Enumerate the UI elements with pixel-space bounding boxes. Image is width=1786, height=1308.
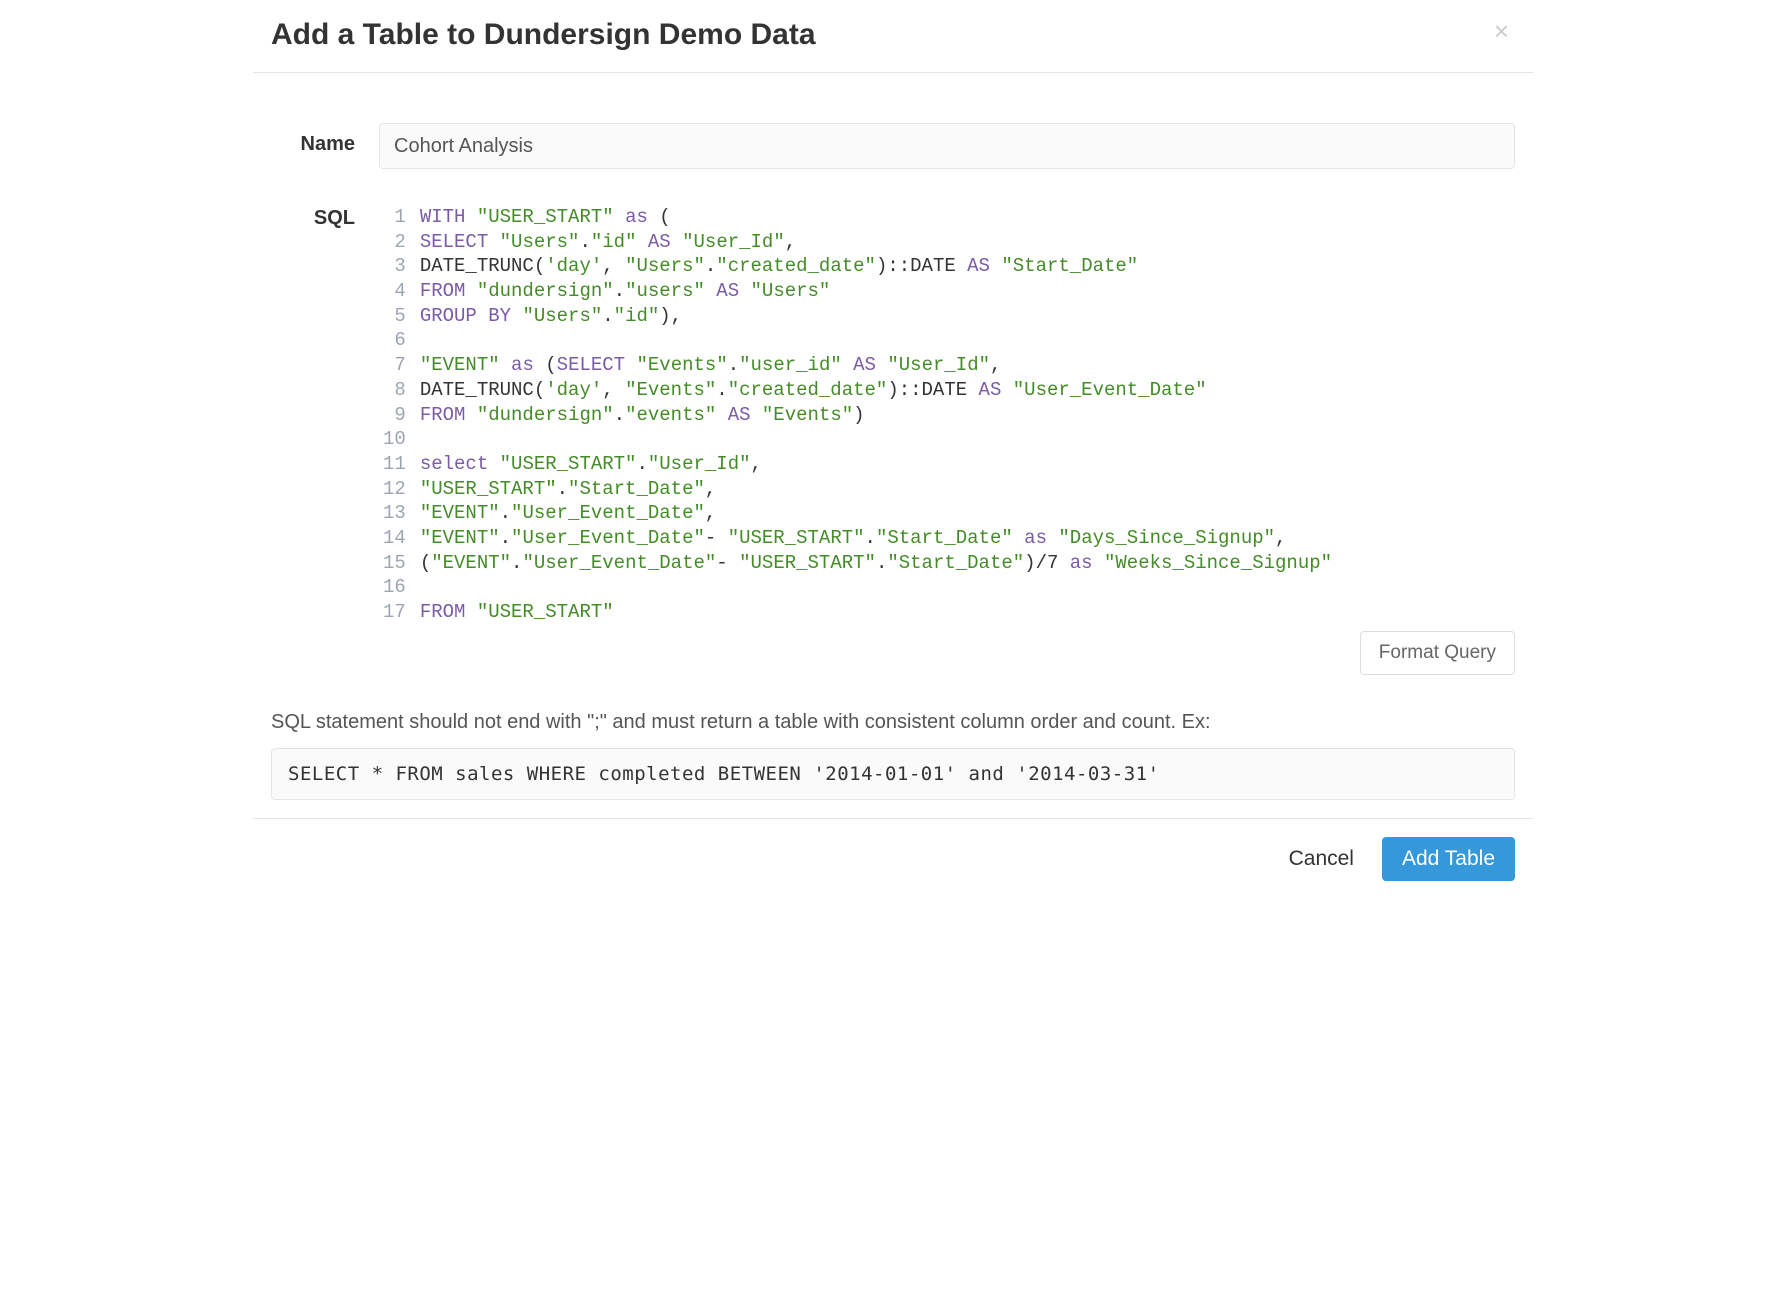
add-table-button[interactable]: Add Table — [1382, 837, 1515, 881]
editor-code[interactable]: WITH "USER_START" as (SELECT "Users"."id… — [420, 205, 1515, 625]
close-icon[interactable]: × — [1488, 18, 1515, 44]
format-query-button[interactable]: Format Query — [1360, 631, 1515, 675]
add-table-modal: Add a Table to Dundersign Demo Data × Na… — [253, 0, 1533, 899]
cancel-button[interactable]: Cancel — [1279, 839, 1364, 879]
sql-row: SQL 1234567891011121314151617 WITH "USER… — [271, 205, 1515, 675]
editor-gutter: 1234567891011121314151617 — [379, 205, 420, 625]
name-input[interactable] — [379, 123, 1515, 169]
sql-hint-text: SQL statement should not end with ";" an… — [271, 711, 1515, 734]
modal-footer: Cancel Add Table — [253, 818, 1533, 899]
modal-header: Add a Table to Dundersign Demo Data × — [253, 0, 1533, 73]
modal-body: Name SQL 1234567891011121314151617 WITH … — [253, 73, 1533, 818]
name-row: Name — [271, 123, 1515, 169]
modal-title: Add a Table to Dundersign Demo Data — [271, 18, 1488, 52]
name-label: Name — [271, 123, 379, 169]
sql-editor[interactable]: 1234567891011121314151617 WITH "USER_STA… — [379, 205, 1515, 625]
sql-example-box: SELECT * FROM sales WHERE completed BETW… — [271, 748, 1515, 800]
sql-label: SQL — [271, 205, 379, 675]
